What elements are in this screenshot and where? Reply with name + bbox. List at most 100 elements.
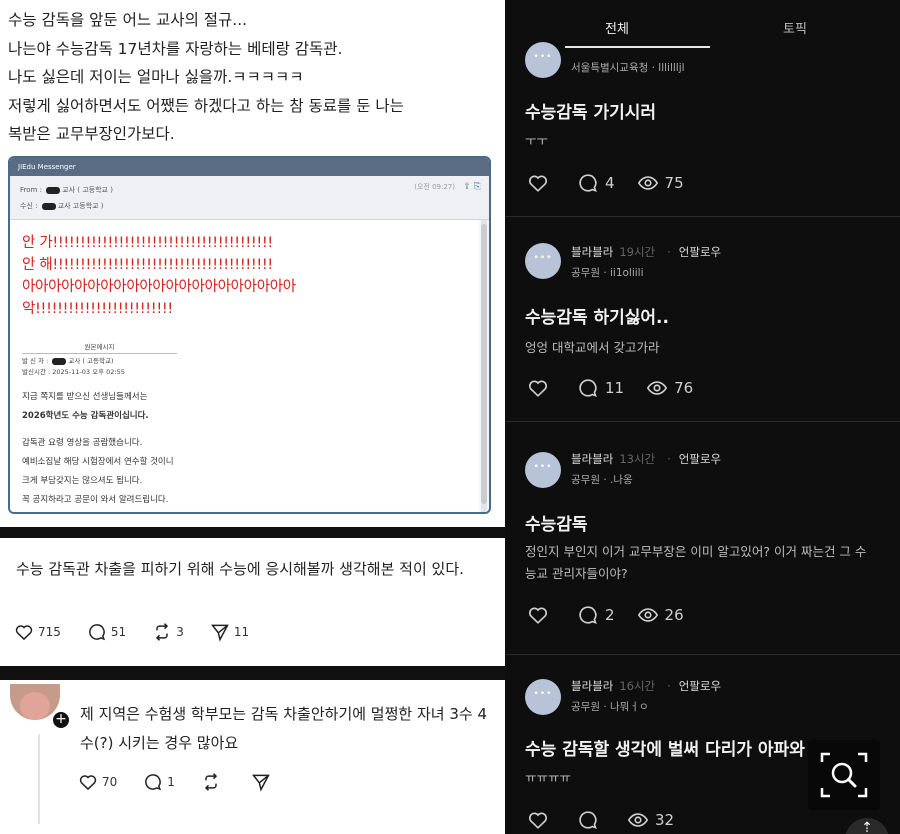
- right-column-feed: 전체 토픽 서울특별시교육청 · lllillljl 수능감독 가기시러 ㅜㅜ …: [505, 0, 900, 834]
- author-name: 블라블라: [571, 245, 614, 259]
- author-org: 공무원 · ii1oliili: [571, 267, 644, 279]
- comment-icon: [145, 774, 162, 791]
- view-number: 32: [655, 811, 675, 829]
- intro-line: 나도 싫은데 저이는 얼마나 싫을까.ㅋㅋㅋㅋㅋ: [8, 68, 304, 86]
- repost-icon: [204, 773, 217, 791]
- repost-icon: [156, 623, 169, 641]
- original-header: 원본메시지: [22, 342, 177, 354]
- comment-button[interactable]: 1: [143, 772, 175, 792]
- comment-icon: [579, 811, 597, 830]
- post-stats: 32: [527, 809, 696, 831]
- notice-line: 감독관 요령 영상을 공람했습니다.: [22, 438, 143, 448]
- heart-icon: [528, 812, 548, 829]
- send-icon: [210, 624, 229, 642]
- original-message-info: 원본메시지 발 신 자 : 교사 ( 고등학교) 발신시간 : 2025-11-…: [22, 342, 467, 378]
- to-label: 수신 :: [20, 202, 40, 210]
- comment-count: 2: [605, 606, 615, 624]
- intro-line: 수능 감독을 앞둔 어느 교사의 절규...: [8, 11, 248, 29]
- comment-count: 4: [605, 174, 615, 192]
- post-text: 수능 감독관 차출을 피하기 위해 수능에 응시해볼까 생각해본 적이 있다.: [16, 560, 464, 578]
- author-avatar[interactable]: [525, 452, 561, 488]
- share-button[interactable]: [251, 772, 275, 792]
- comment-icon: [579, 606, 597, 625]
- red-shout-line: 아아아아아아아아아아아아아아아아아아아아아: [22, 279, 296, 295]
- heart-icon: [79, 775, 97, 791]
- screenshot-collage: 수능 감독을 앞둔 어느 교사의 절규... 나는야 수능감독 17년차를 자랑…: [0, 0, 900, 834]
- from-line: From : 교사 ( 고등학교 ): [20, 182, 479, 198]
- avatar[interactable]: +: [10, 684, 71, 730]
- red-shout-line: 안 가!!!!!!!!!!!!!!!!!!!!!!!!!!!!!!!!!!!!!…: [22, 235, 273, 251]
- messenger-title-bar: JIEdu Messenger: [10, 158, 489, 176]
- feed-post[interactable]: 블라블라19시간·언팔로우 공무원 · ii1oliili 수능감독 하기싫어.…: [505, 216, 900, 420]
- post-stats: 4 75: [527, 172, 706, 194]
- messenger-scrollbar[interactable]: [481, 220, 487, 512]
- notice-text: 지금 쪽지를 받으신 선생님들께서는 2026학년도 수능 감독관이십니다. 감…: [22, 388, 467, 510]
- tab-all[interactable]: 전체: [605, 18, 629, 37]
- follow-plus-icon[interactable]: +: [51, 710, 71, 730]
- post-time: 19시간: [619, 245, 656, 259]
- view-count: 75: [637, 172, 684, 194]
- like-button[interactable]: [527, 809, 555, 831]
- comment-button[interactable]: [577, 809, 605, 831]
- zoom-search-button[interactable]: [808, 740, 880, 810]
- post-body: ㅜㅜ: [525, 133, 549, 148]
- eye-icon: [637, 608, 658, 622]
- repost-button[interactable]: 3: [152, 622, 184, 642]
- comment-icon: [579, 174, 597, 193]
- view-number: 75: [664, 174, 684, 192]
- heart-icon: [15, 625, 33, 641]
- post-time: 13시간: [619, 452, 656, 466]
- like-button[interactable]: 70: [78, 772, 117, 792]
- post-text: 제 지역은 수험생 학부모는 감독 차출안하기에 멀쩡한 자녀 3수 4수(?)…: [80, 705, 488, 752]
- zoom-search-icon: [820, 752, 868, 798]
- post-title: 수능 감독할 생각에 벌써 다리가 아파와: [525, 740, 805, 760]
- author-org: 서울특별시교육청 · lllillljl: [571, 62, 685, 74]
- from-value: 교사 ( 고등학교 ): [62, 186, 113, 194]
- like-count: 70: [102, 775, 118, 789]
- thread-line: [38, 734, 40, 824]
- like-button[interactable]: [527, 172, 555, 194]
- tab-topic[interactable]: 토픽: [783, 18, 807, 37]
- unfollow-button[interactable]: 언팔로우: [679, 452, 721, 466]
- post-time: 16시간: [619, 679, 656, 693]
- unfollow-button[interactable]: 언팔로우: [679, 245, 721, 259]
- notice-line: 지금 쪽지를 받으신 선생님들께서는: [22, 392, 148, 402]
- feed-post[interactable]: 서울특별시교육청 · lllillljl 수능감독 가기시러 ㅜㅜ 4 75: [505, 40, 900, 215]
- view-number: 76: [674, 379, 694, 397]
- heart-icon: [528, 607, 548, 624]
- share-button[interactable]: 11: [210, 622, 249, 642]
- arrow-up-icon: ⇡: [861, 820, 873, 834]
- like-button[interactable]: 715: [14, 622, 61, 642]
- comment-button[interactable]: 4: [577, 172, 615, 194]
- comment-button[interactable]: 2: [577, 604, 615, 626]
- repost-count: 3: [176, 625, 184, 639]
- post-body: 엉엉 대학교에서 갖고가라: [525, 340, 660, 355]
- red-shout-line: 안 해!!!!!!!!!!!!!!!!!!!!!!!!!!!!!!!!!!!!!…: [22, 257, 273, 273]
- view-count: 32: [627, 809, 674, 831]
- post-intro-text: 수능 감독을 앞둔 어느 교사의 절규... 나는야 수능감독 17년차를 자랑…: [0, 0, 505, 149]
- author-avatar[interactable]: [525, 679, 561, 715]
- like-button[interactable]: [527, 604, 555, 626]
- redaction-mark: [52, 357, 67, 365]
- author-name: 블라블라: [571, 679, 614, 693]
- header-icons[interactable]: ⇪ ⎘: [463, 182, 481, 192]
- author-avatar[interactable]: [525, 42, 561, 78]
- redaction-mark: [46, 186, 61, 194]
- author-org: 공무원 · .나옹: [571, 474, 633, 486]
- author-avatar[interactable]: [525, 243, 561, 279]
- comment-button[interactable]: 11: [577, 377, 624, 399]
- author-line: 블라블라 16시간 · 언팔로우: [571, 679, 722, 693]
- like-button[interactable]: [527, 377, 555, 399]
- feed-post[interactable]: 블라블라13시간·언팔로우 공무원 · .나옹 수능감독 정인지 부인지 이거 …: [505, 421, 900, 653]
- eye-icon: [637, 176, 658, 190]
- repost-button[interactable]: [201, 772, 225, 792]
- view-number: 26: [664, 606, 684, 624]
- unfollow-button[interactable]: 언팔로우: [679, 679, 721, 693]
- post-card-parent-comment: + 제 지역은 수험생 학부모는 감독 차출안하기에 멀쩡한 자녀 3수 4수(…: [0, 680, 505, 834]
- share-count: 11: [233, 625, 250, 639]
- to-value: 교사 고등학교 ): [57, 202, 104, 210]
- comment-button[interactable]: 51: [87, 622, 126, 642]
- redaction-mark: [41, 202, 56, 210]
- post-stats: 2 26: [527, 604, 706, 626]
- post-actions: 70 1: [78, 772, 301, 792]
